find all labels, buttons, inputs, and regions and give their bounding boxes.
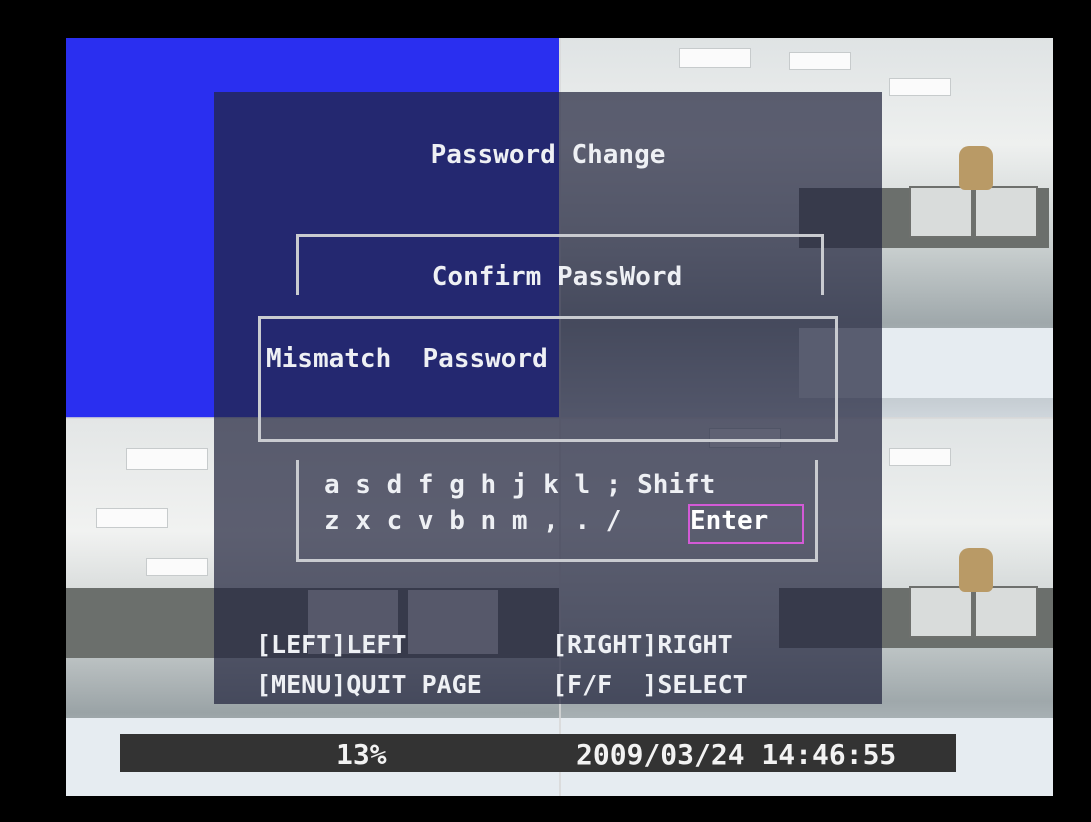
- datetime-display: 2009/03/24 14:46:55: [576, 738, 897, 771]
- help-left: [LEFT]LEFT: [256, 630, 407, 659]
- help-quit: [MENU]QUIT PAGE: [256, 670, 482, 699]
- enter-key[interactable]: Enter: [690, 506, 768, 536]
- ceiling-light: [789, 52, 851, 70]
- ceiling-light: [679, 48, 751, 68]
- bookshelf: [974, 586, 1038, 638]
- bookshelf: [909, 186, 973, 238]
- keyboard-frame-right: [815, 460, 818, 562]
- mismatch-message: Mismatch Password: [266, 344, 548, 374]
- dialog-title: Password Change: [430, 140, 666, 170]
- bookshelf: [974, 186, 1038, 238]
- ceiling-light: [889, 78, 951, 96]
- ceiling-light: [889, 448, 951, 466]
- disk-usage-percent: 13%: [336, 738, 387, 771]
- help-select: [F/F ]SELECT: [552, 670, 748, 699]
- message-box: [258, 316, 838, 442]
- bookshelf: [909, 586, 973, 638]
- keyboard-row-1[interactable]: a s d f g h j k l ; Shift: [324, 470, 715, 500]
- ceiling-light: [96, 508, 168, 528]
- ceiling-light: [146, 558, 208, 576]
- keyboard-frame-bottom: [296, 559, 818, 562]
- plush-toy: [959, 548, 993, 592]
- keyboard-row-2[interactable]: z x c v b n m , . /: [324, 506, 621, 536]
- plush-toy: [959, 146, 993, 190]
- ceiling-light: [126, 448, 208, 470]
- help-right: [RIGHT]RIGHT: [552, 630, 733, 659]
- confirm-password-label: Confirm PassWord: [431, 262, 683, 292]
- keyboard-frame-left: [296, 460, 299, 562]
- password-change-dialog: Password Change Confirm PassWord Mismatc…: [214, 92, 882, 704]
